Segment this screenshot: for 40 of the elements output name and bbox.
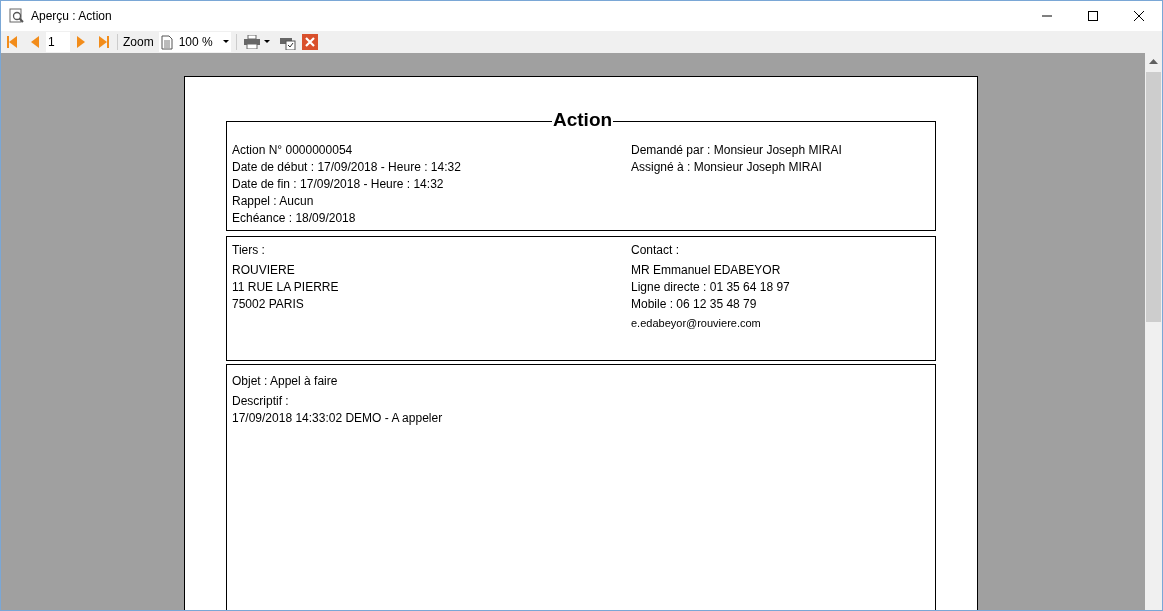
info-line: Date de fin : 17/09/2018 - Heure : 14:32: [232, 176, 445, 193]
contact-line: Mobile : 06 12 35 48 79: [631, 296, 758, 313]
close-preview-button[interactable]: [301, 34, 318, 50]
printer-icon: [243, 35, 260, 49]
preview-icon: [9, 8, 25, 24]
address-line: 75002 PARIS: [232, 296, 305, 313]
address-line: ROUVIERE: [232, 262, 296, 279]
maximize-icon: [1088, 11, 1098, 21]
zoom-dropdown[interactable]: 100 %: [158, 32, 231, 52]
left-triangle-icon: [29, 35, 41, 49]
skip-start-icon: [7, 35, 19, 49]
page-icon: [160, 34, 173, 50]
contact-line: Ligne directe : 01 35 64 18 97: [631, 279, 790, 296]
caret-icon: [263, 40, 270, 44]
info-line: Action N° 0000000054: [232, 142, 354, 159]
dropdown-caret-icon: [222, 40, 229, 44]
info-line: Echéance : 18/09/2018: [232, 210, 357, 227]
skip-end-icon: [97, 35, 109, 49]
section-label: Tiers :: [232, 242, 266, 259]
address-line: 11 RUE LA PIERRE: [232, 279, 340, 296]
contact-line: e.edabeyor@rouviere.com: [631, 316, 762, 331]
scrollbar[interactable]: [1145, 53, 1162, 610]
info-line: Assigné à : Monsieur Joseph MIRAI: [631, 159, 823, 176]
print-button[interactable]: [241, 35, 272, 49]
info-line: Date de début : 17/09/2018 - Heure : 14:32: [232, 159, 462, 176]
section-label: Contact :: [631, 242, 681, 259]
close-icon: [304, 37, 315, 47]
scrollbar-thumb[interactable]: [1146, 72, 1161, 322]
info-line: Rappel : Aucun: [232, 193, 315, 210]
description-line: 17/09/2018 14:33:02 DEMO - A appeler: [232, 410, 444, 427]
zoom-label: Zoom: [122, 34, 155, 51]
object-line: Objet : Appel à faire: [232, 373, 339, 390]
window-title: Aperçu : Action: [31, 8, 112, 25]
close-icon: [1134, 11, 1144, 21]
page-field[interactable]: 1: [46, 32, 70, 52]
info-line: Demandé par : Monsieur Joseph MIRAI: [631, 142, 842, 159]
contact-line: MR Emmanuel EDABEYOR: [631, 262, 782, 279]
section-label: Descriptif :: [232, 393, 290, 410]
right-triangle-icon: [75, 35, 87, 49]
scroll-up-icon: [1149, 59, 1158, 64]
